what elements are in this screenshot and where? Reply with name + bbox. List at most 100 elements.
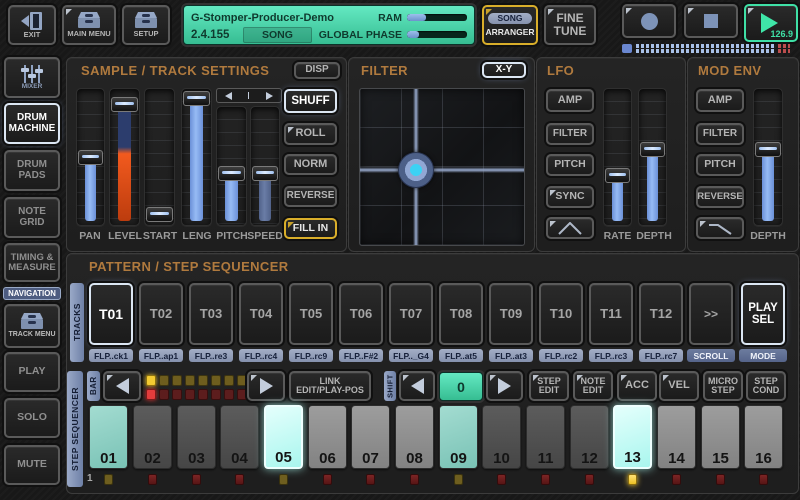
step-led [628,474,637,485]
shuff-button[interactable]: SHUFF [284,89,337,113]
track-tab-t12[interactable]: T12 [639,283,683,345]
track-tab-t05[interactable]: T05 [289,283,333,345]
step-pad-09[interactable]: 09 [439,405,478,469]
step-pad-10[interactable]: 10 [482,405,521,469]
stop-button[interactable] [684,4,738,38]
env-shape-button[interactable] [696,217,744,239]
track-tab-t01[interactable]: T01 [89,283,133,345]
step-pad-14[interactable]: 14 [657,405,696,469]
sidebar-item-mute[interactable]: MUTE [4,445,60,485]
note-edit-button[interactable]: NOTEEDIT [573,371,613,401]
lfo-rate-slider[interactable] [603,88,632,226]
project-title: G-Stomper-Producer-Demo [191,12,334,24]
pitch-speed-nudge[interactable] [216,88,282,103]
lfo-pitch-button[interactable]: PITCH [546,154,594,176]
sidebar-item-drum-machine[interactable]: DRUM MACHINE [4,103,60,144]
step-pad-12[interactable]: 12 [570,405,609,469]
micro-step-button[interactable]: MICROSTEP [703,371,743,401]
track-file-label: FLP..rc3 [589,349,633,362]
norm-button[interactable]: NORM [284,154,337,175]
step-pad-04[interactable]: 04 [220,405,259,469]
track-file-label: FLP..re3 [189,349,233,362]
shift-left-button[interactable] [399,371,435,401]
env-amp-button[interactable]: AMP [696,89,744,112]
env-depth-slider[interactable] [753,88,783,226]
shift-right-button[interactable] [486,371,523,401]
track-mode-button[interactable]: PLAY SEL [741,283,785,345]
xy-knob[interactable] [398,152,434,188]
step-pad-13[interactable]: 13 [613,405,652,469]
track-scroll-button[interactable]: >> [689,283,733,345]
step-pad-02[interactable]: 02 [133,405,172,469]
sidebar-item-play[interactable]: PLAY [4,352,60,392]
bar-prev-button[interactable] [103,371,141,401]
bar-next-button[interactable] [247,371,285,401]
tracks-tab-label: TRACKS [70,283,84,362]
lfo-amp-button[interactable]: AMP [546,89,594,112]
step-pad-15[interactable]: 15 [701,405,740,469]
mode-indicator: SONG [243,27,312,43]
step-cond-button[interactable]: STEPCOND [746,371,786,401]
track-tab-t06[interactable]: T06 [339,283,383,345]
step-pad-06[interactable]: 06 [308,405,347,469]
step-led [323,474,332,485]
mode-label: MODE [739,349,787,362]
env-pitch-button[interactable]: PITCH [696,154,744,176]
track-tab-t08[interactable]: T08 [439,283,483,345]
leng-slider[interactable] [181,88,212,226]
main-menu-button[interactable]: MAIN MENU [62,5,116,45]
start-slider[interactable] [144,88,175,226]
sidebar-item-solo[interactable]: SOLO [4,398,60,438]
sidebar-item-note-grid[interactable]: NOTE GRID [4,197,60,238]
pan-slider[interactable] [76,88,105,226]
disp-button[interactable]: DISP [294,62,340,79]
track-file-label: FLP..rc9 [289,349,333,362]
filter-panel: FILTER X-Y [348,57,535,252]
stop-icon [704,14,718,28]
step-pad-05[interactable]: 05 [264,405,303,469]
sidebar-item-track-menu[interactable]: TRACK MENU [4,304,60,348]
arrow-left-icon [411,378,424,394]
sidebar-item-timing-measure[interactable]: TIMING & MEASURE [4,243,60,282]
play-button[interactable]: 126.9 [744,4,798,42]
sidebar-item-mixer[interactable]: MIXER [4,57,60,98]
fill-in-button[interactable]: FILL IN [284,218,337,239]
track-tab-t02[interactable]: T02 [139,283,183,345]
step-pad-11[interactable]: 11 [526,405,565,469]
track-tab-t03[interactable]: T03 [189,283,233,345]
track-tab-t07[interactable]: T07 [389,283,433,345]
step-edit-button[interactable]: STEPEDIT [529,371,569,401]
lfo-sync-button[interactable]: SYNC [546,186,594,208]
filter-xy-pad[interactable] [359,88,525,246]
lfo-filter-button[interactable]: FILTER [546,123,594,145]
link-edit-playpos-button[interactable]: LINK EDIT/PLAY-POS [289,371,371,401]
step-pad-07[interactable]: 07 [351,405,390,469]
record-button[interactable] [622,4,676,38]
track-tab-t11[interactable]: T11 [589,283,633,345]
lfo-depth-slider[interactable] [638,88,667,226]
setup-button[interactable]: SETUP [122,5,170,45]
track-tab-t09[interactable]: T09 [489,283,533,345]
env-reverse-button[interactable]: REVERSE [696,186,744,208]
acc-button[interactable]: ACC [617,371,657,401]
step-pad-01[interactable]: 01 [89,405,128,469]
env-filter-button[interactable]: FILTER [696,123,744,145]
song-arranger-button[interactable]: SONG ARRANGER [482,5,538,45]
drawer-icon [77,12,101,29]
exit-button[interactable]: EXIT [8,5,56,45]
pitch-slider[interactable] [216,106,247,226]
xy-mode-button[interactable]: X-Y [482,62,526,78]
track-tab-t04[interactable]: T04 [239,283,283,345]
reverse-button[interactable]: REVERSE [284,186,337,207]
step-pad-03[interactable]: 03 [177,405,216,469]
fine-tune-button[interactable]: FINE TUNE [544,5,596,45]
roll-button[interactable]: ROLL [284,123,337,145]
lfo-waveform-button[interactable] [546,217,594,239]
track-tab-t10[interactable]: T10 [539,283,583,345]
sidebar-item-drum-pads[interactable]: DRUM PADS [4,150,60,191]
vel-button[interactable]: VEL [659,371,699,401]
step-pad-08[interactable]: 08 [395,405,434,469]
speed-slider[interactable] [250,106,280,226]
level-slider[interactable] [109,88,140,226]
step-pad-16[interactable]: 16 [744,405,783,469]
